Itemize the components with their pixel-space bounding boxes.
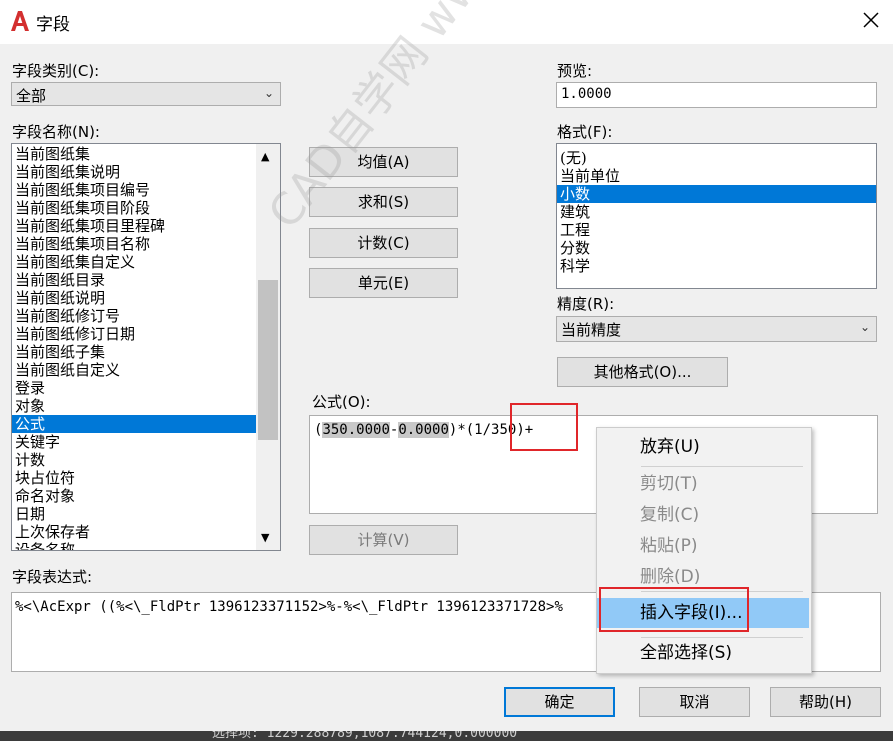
field-name-item[interactable]: 命名对象 xyxy=(12,487,256,505)
context-menu-item: 剪切(T) xyxy=(640,474,698,494)
status-line: 选择项: 1229.288789,1087.744124,0.000000 xyxy=(212,731,518,741)
field-name-item[interactable]: 上次保存者 xyxy=(12,523,256,541)
annotation-highlight-insert-field xyxy=(599,587,749,632)
field-name-item[interactable]: 当前图纸集 xyxy=(12,145,256,163)
formula-selected-field-a[interactable]: 350.0000 xyxy=(322,422,390,438)
format-item[interactable]: 当前单位 xyxy=(557,167,876,185)
annotation-highlight-cursor xyxy=(510,403,578,451)
field-name-item[interactable]: 块占位符 xyxy=(12,469,256,487)
cell-button[interactable]: 单元(E) xyxy=(309,268,458,298)
format-item[interactable]: 科学 xyxy=(557,257,876,275)
field-expression-label: 字段表达式: xyxy=(12,568,93,586)
field-name-item[interactable]: 当前图纸修订日期 xyxy=(12,325,256,343)
field-expression-value: %<\AcExpr ((%<\_FldPtr 1396123371152>%-%… xyxy=(15,599,563,615)
field-name-item[interactable]: 登录 xyxy=(12,379,256,397)
scroll-thumb[interactable] xyxy=(258,280,278,440)
context-menu-item[interactable]: 全部选择(S) xyxy=(597,638,809,668)
format-list[interactable]: (无) 当前单位 小数 建筑 工程 分数 科学 xyxy=(556,143,877,289)
count-button[interactable]: 计数(C) xyxy=(309,228,458,258)
ok-button[interactable]: 确定 xyxy=(504,687,615,717)
field-name-item[interactable]: 计数 xyxy=(12,451,256,469)
status-strip: 选择项: 1229.288789,1087.744124,0.000000 xyxy=(0,731,893,741)
field-name-item[interactable]: 当前图纸说明 xyxy=(12,289,256,307)
menu-separator xyxy=(641,637,803,638)
precision-value: 当前精度 xyxy=(561,321,622,339)
field-name-item[interactable]: 当前图纸集项目编号 xyxy=(12,181,256,199)
chevron-down-icon: ⌄ xyxy=(263,86,274,100)
field-name-item[interactable]: 当前图纸目录 xyxy=(12,271,256,289)
field-name-item[interactable]: 当前图纸集自定义 xyxy=(12,253,256,271)
window-title: 字段 xyxy=(36,15,70,35)
chevron-down-icon: ⌄ xyxy=(859,320,870,334)
context-menu-item[interactable]: 放弃(U) xyxy=(597,432,809,462)
field-name-item[interactable]: 公式 xyxy=(12,415,256,433)
context-menu: 放弃(U) 剪切(T) 复制(C) 粘贴(P) 删除(D) 插入字段(I)... 全部选择(… xyxy=(596,427,812,674)
preview-field: 1.0000 xyxy=(556,82,877,108)
field-name-item[interactable]: 当前图纸集项目里程碑 xyxy=(12,217,256,235)
scroll-down-icon[interactable]: ▼ xyxy=(261,531,269,544)
context-menu-item: 复制(C) xyxy=(640,505,700,525)
scroll-up-icon[interactable]: ▲ xyxy=(261,150,269,163)
format-label: 格式(F): xyxy=(557,123,613,141)
field-name-item[interactable]: 当前图纸集项目名称 xyxy=(12,235,256,253)
field-name-item[interactable]: 当前图纸自定义 xyxy=(12,361,256,379)
field-name-item[interactable]: 当前图纸集说明 xyxy=(12,163,256,181)
field-name-item[interactable]: 当前图纸修订号 xyxy=(12,307,256,325)
other-format-button[interactable]: 其他格式(O)... xyxy=(557,357,728,387)
field-name-item[interactable]: 设备名称 xyxy=(12,541,256,550)
autocad-icon xyxy=(11,11,29,31)
format-item[interactable]: 工程 xyxy=(557,221,876,239)
field-category-value: 全部 xyxy=(16,87,47,105)
format-item[interactable]: (无) xyxy=(557,149,876,167)
format-item[interactable]: 分数 xyxy=(557,239,876,257)
preview-label: 预览: xyxy=(557,62,593,80)
help-button[interactable]: 帮助(H) xyxy=(770,687,881,717)
context-menu-item: 粘贴(P) xyxy=(640,536,698,556)
precision-label: 精度(R): xyxy=(557,295,615,313)
format-item[interactable]: 小数 xyxy=(557,185,876,203)
field-category-select[interactable]: 全部 ⌄ xyxy=(11,82,281,106)
format-item[interactable]: 建筑 xyxy=(557,203,876,221)
field-names-label: 字段名称(N): xyxy=(12,123,100,141)
formula-label: 公式(O): xyxy=(312,393,371,411)
formula-selected-field-b[interactable]: 0.0000 xyxy=(398,422,449,438)
field-name-item[interactable]: 日期 xyxy=(12,505,256,523)
field-name-item[interactable]: 对象 xyxy=(12,397,256,415)
evaluate-button[interactable]: 计算(V) xyxy=(309,525,458,555)
field-category-label: 字段类别(C): xyxy=(12,62,100,80)
precision-select[interactable]: 当前精度 ⌄ xyxy=(556,316,877,342)
field-name-item[interactable]: 当前图纸集项目阶段 xyxy=(12,199,256,217)
field-name-item[interactable]: 关键字 xyxy=(12,433,256,451)
menu-separator xyxy=(641,466,803,467)
field-name-item[interactable]: 当前图纸子集 xyxy=(12,343,256,361)
cancel-button[interactable]: 取消 xyxy=(639,687,750,717)
field-names-list[interactable]: 当前图纸集 当前图纸集说明 当前图纸集项目编号 当前图纸集项目阶段 当前图纸集项目里程碑… xyxy=(11,143,281,551)
close-icon[interactable] xyxy=(860,9,882,31)
